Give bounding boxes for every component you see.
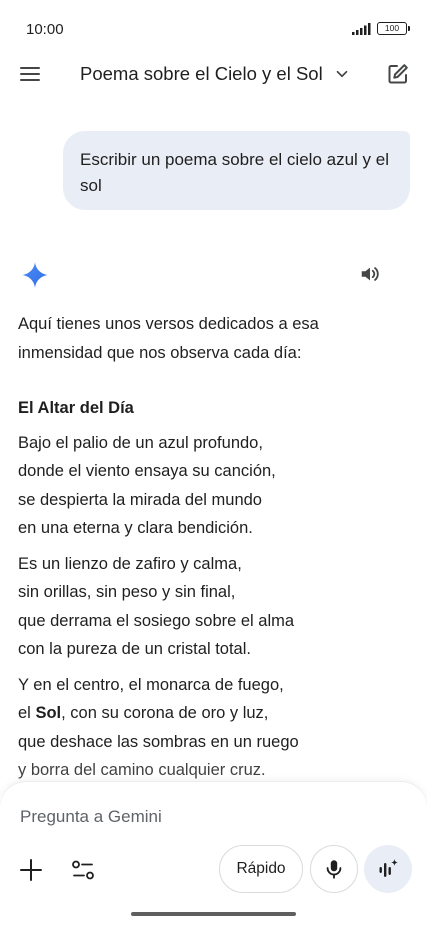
poem-line: Bajo el palio de un azul profundo, <box>18 433 263 452</box>
response-intro: Aquí tienes unos versos dedicados a esa … <box>18 310 408 367</box>
signal-icon <box>352 22 371 35</box>
poem-title: El Altar del Día <box>18 399 134 417</box>
app-header: Poema sobre el Cielo y el Sol <box>0 50 427 98</box>
chevron-down-icon <box>336 70 348 78</box>
poem-stanza-1: Bajo el palio de un azul profundo, donde… <box>18 429 408 543</box>
model-mode-button[interactable]: Rápido <box>219 845 303 893</box>
poem-line-pre: el <box>18 704 36 722</box>
poem-line: donde el viento ensaya su canción, <box>18 462 276 480</box>
intro-line: inmensidad que nos observa cada día: <box>18 343 302 362</box>
user-message-bubble: Escribir un poema sobre el cielo azul y … <box>63 131 410 210</box>
conversation-title-dropdown[interactable]: Poema sobre el Cielo y el Sol <box>80 62 351 86</box>
page-title: Poema sobre el Cielo y el Sol <box>80 63 323 84</box>
response-text: Aquí tienes unos versos dedicados a esa … <box>18 310 408 792</box>
poem-line: con la pureza de un cristal total. <box>18 640 251 658</box>
status-icons: 100 <box>352 22 410 35</box>
poem-line: que derrama el sosiego sobre el alma <box>18 611 295 630</box>
prompt-input-sheet: Pregunta a Gemini Rápido <box>0 782 427 926</box>
intro-line: Aquí tienes unos versos dedicados a esa <box>18 315 319 333</box>
poem-stanza-2: Es un lienzo de zafiro y calma, sin oril… <box>18 550 408 664</box>
microphone-icon <box>326 860 342 879</box>
battery-icon: 100 <box>377 22 410 35</box>
poem-line: Es un lienzo de zafiro y calma, <box>18 554 242 573</box>
gemini-sparkle-icon <box>22 262 48 288</box>
microphone-button[interactable] <box>310 845 358 893</box>
poem-stanza-3: Y en el centro, el monarca de fuego, el … <box>18 671 408 785</box>
poem-line: que deshace las sombras en un ruego <box>18 732 299 751</box>
live-waveform-sparkle-icon <box>379 859 398 877</box>
live-voice-button[interactable] <box>364 845 412 893</box>
menu-icon[interactable] <box>18 62 42 86</box>
status-time: 10:00 <box>26 21 64 38</box>
prompt-input[interactable]: Pregunta a Gemini <box>20 807 162 827</box>
plus-icon[interactable] <box>18 857 44 883</box>
home-indicator[interactable] <box>131 912 296 916</box>
poem-bold-word: Sol <box>35 704 62 722</box>
poem-line: sin orillas, sin peso y sin final, <box>18 583 236 601</box>
battery-level: 100 <box>384 23 400 33</box>
poem-line-post: , con su corona de oro y luz, <box>61 704 269 722</box>
poem-line: se despierta la mirada del mundo <box>18 490 262 509</box>
speaker-icon[interactable] <box>359 263 381 285</box>
screen: 10:00 100 Poema sobre el Cielo y el Sol <box>0 0 427 926</box>
tools-icon[interactable] <box>70 857 96 883</box>
poem-line: en una eterna y clara bendición. <box>18 519 253 537</box>
new-chat-edit-icon[interactable] <box>386 62 410 86</box>
poem-line: y borra del camino cualquier cruz. <box>18 761 266 779</box>
poem-line: Y en el centro, el monarca de fuego, <box>18 675 284 694</box>
